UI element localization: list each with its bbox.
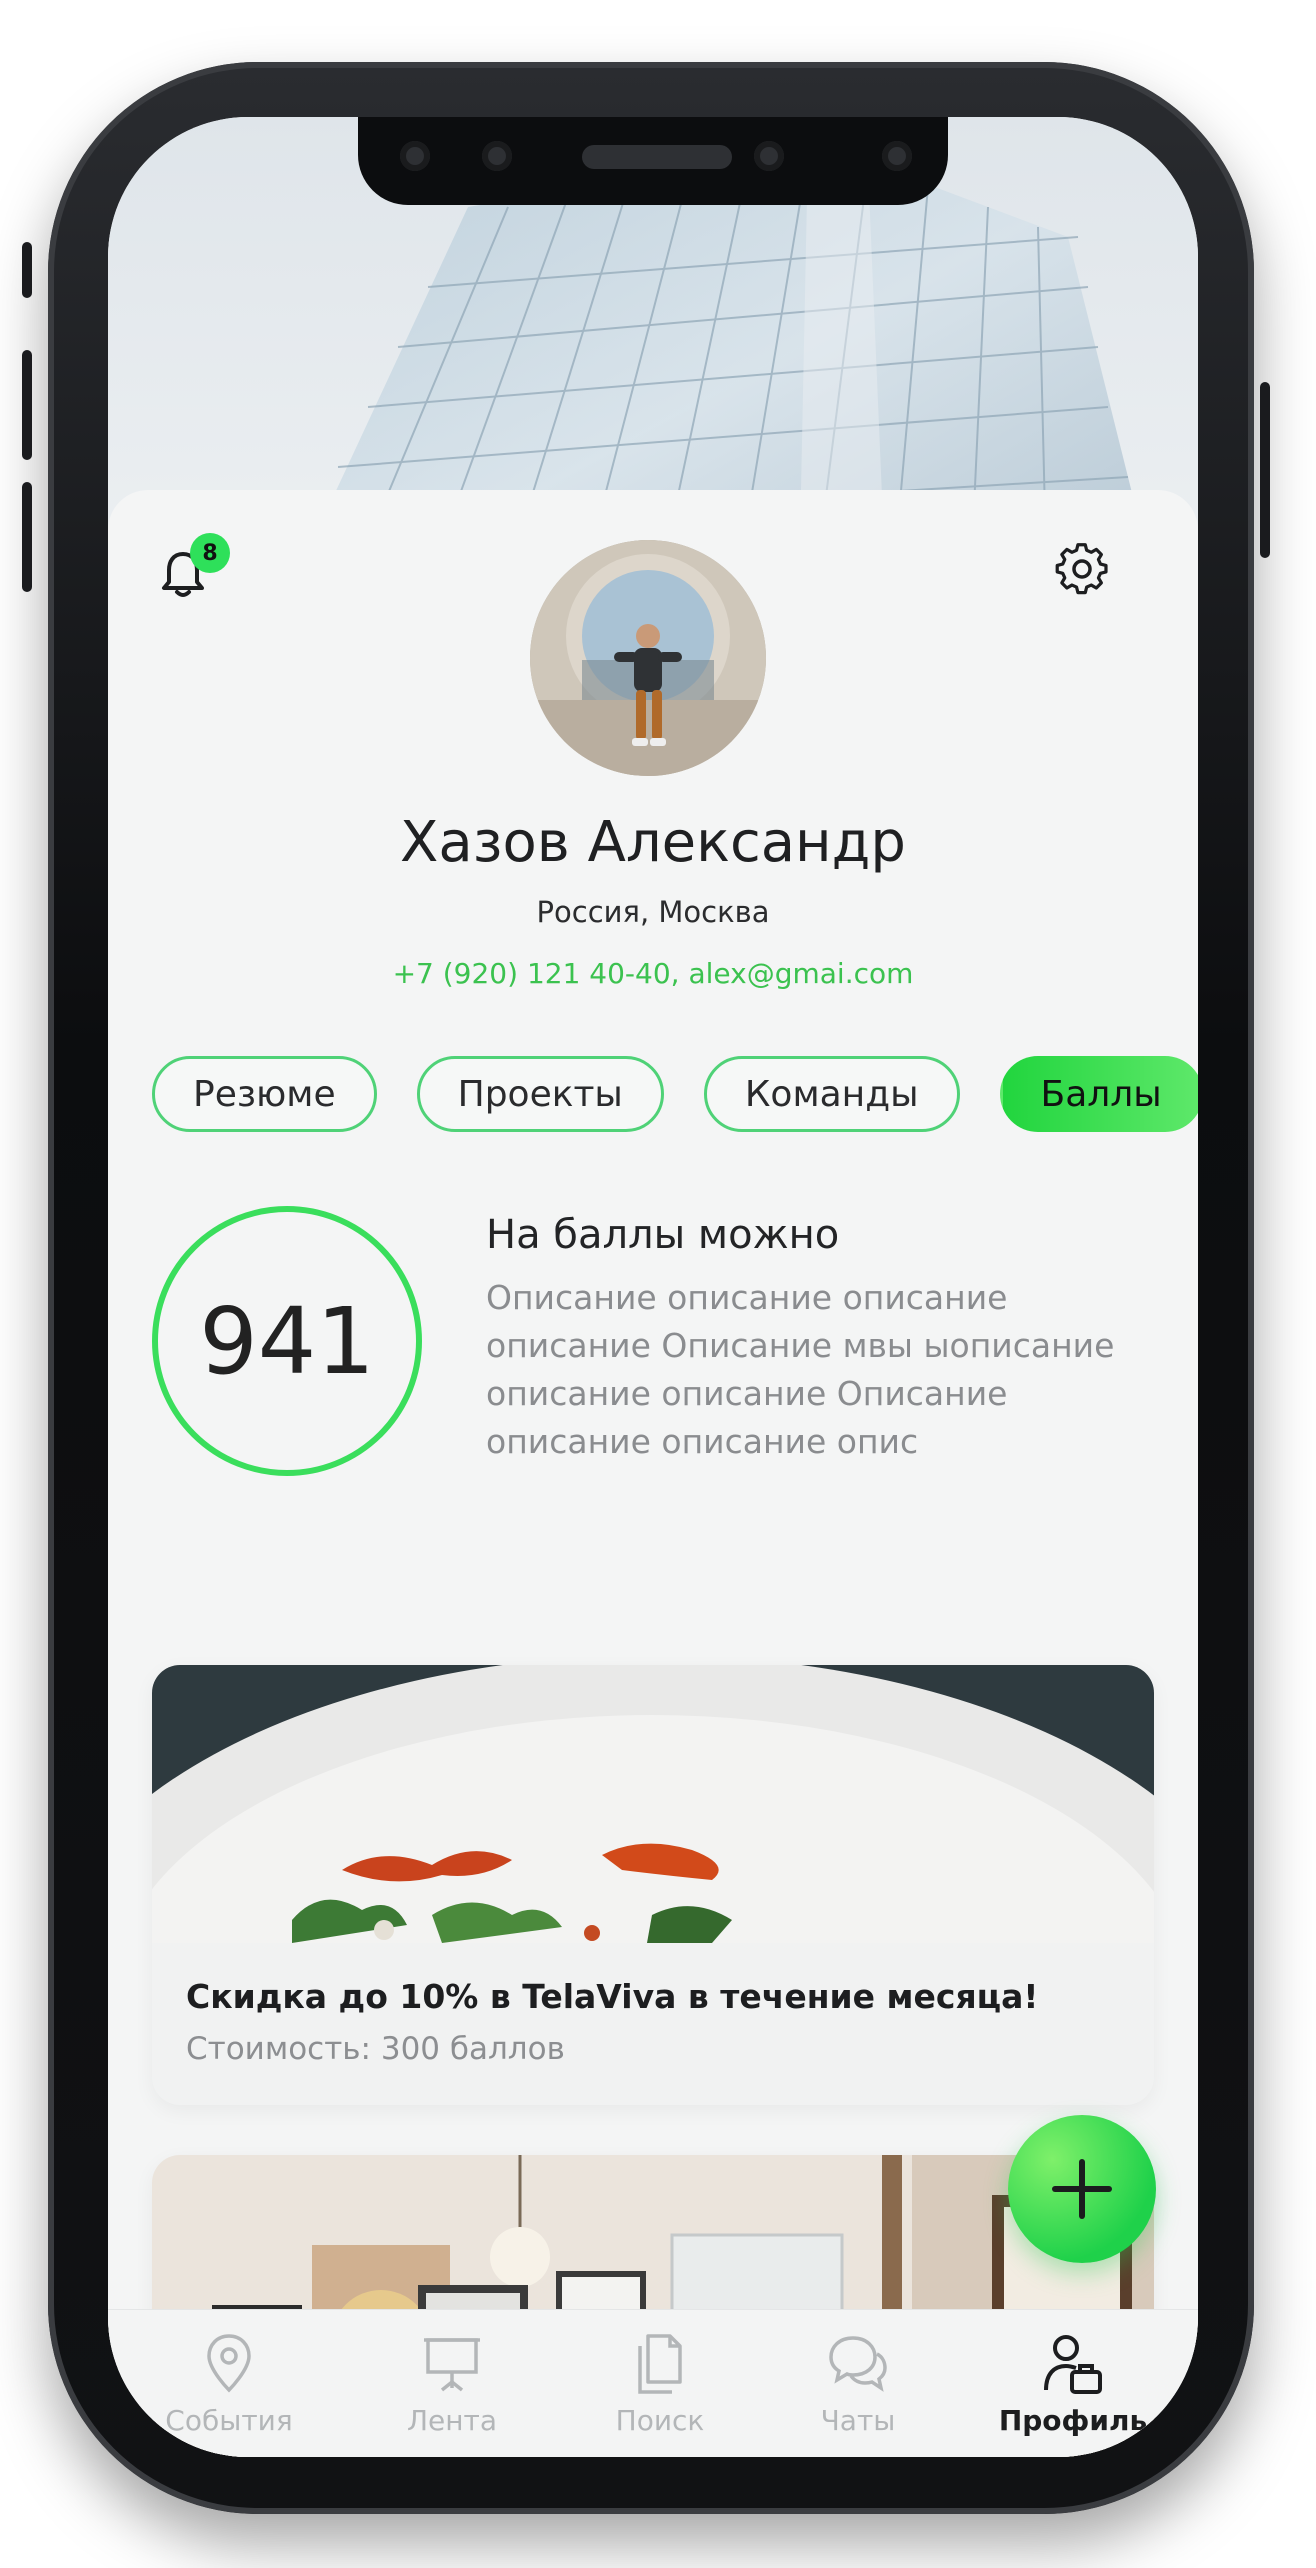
tabbar-item-events[interactable]: События	[144, 2332, 314, 2437]
sensor-dot	[482, 141, 512, 171]
offer-title: Скидка до 10% в TelaViva в течение месяц…	[186, 1977, 1039, 2016]
tab-projects[interactable]: Проекты	[416, 1056, 664, 1132]
tab-points[interactable]: Баллы	[999, 1056, 1198, 1132]
tab-teams[interactable]: Команды	[703, 1056, 960, 1132]
points-description: Описание описание описание описание Опис…	[486, 1278, 1115, 1461]
documents-icon	[638, 2334, 682, 2394]
notch	[358, 117, 948, 205]
tabbar-label: Лента	[406, 2404, 498, 2437]
tabbar-label: События	[165, 2404, 293, 2437]
speaker-grille	[582, 145, 732, 169]
chat-bubbles-icon	[829, 2336, 887, 2392]
tab-resume[interactable]: Резюме	[152, 1056, 377, 1132]
gear-icon[interactable]	[1054, 542, 1110, 598]
avatar[interactable]	[530, 540, 766, 776]
sensor-dot	[400, 141, 430, 171]
profile-name: Хазов Александр	[400, 810, 906, 875]
tabbar-item-profile[interactable]: Профиль	[988, 2332, 1158, 2437]
tabbar-label: Профиль	[998, 2404, 1148, 2437]
notification-badge: 8	[190, 533, 230, 573]
contacts-separator: ,	[670, 957, 689, 990]
profile-briefcase-icon	[1044, 2335, 1102, 2394]
bottom-tab-bar: События Лента Поиск Чаты Профиль	[108, 2309, 1198, 2457]
offer-card[interactable]: Скидка до 10% в TelaViva в течение месяц…	[152, 1665, 1154, 2105]
add-button[interactable]	[1008, 2115, 1156, 2263]
profile-contacts: +7 (920) 121 40-40, alex@gmai.com	[108, 957, 1198, 990]
map-pin-icon	[207, 2334, 251, 2393]
phone-link[interactable]: +7 (920) 121 40-40	[393, 957, 671, 990]
tabbar-label: Чаты	[820, 2404, 896, 2437]
profile-tabs: Резюме Проекты Команды Баллы	[152, 1056, 1198, 1134]
tabbar-item-chats[interactable]: Чаты	[773, 2332, 943, 2437]
tabbar-label: Поиск	[615, 2404, 705, 2437]
volume-down-button	[22, 482, 32, 592]
email-link[interactable]: alex@gmai.com	[688, 957, 913, 990]
points-title: На баллы можно	[486, 1212, 840, 1258]
profile-location: Россия, Москва	[536, 895, 770, 929]
plus-icon	[1052, 2159, 1112, 2219]
mute-switch	[22, 242, 32, 298]
screen: 8 Хазов Александр Россия, Москва +7 (920…	[108, 117, 1198, 2457]
front-camera	[754, 141, 784, 171]
presentation-board-icon	[424, 2338, 480, 2392]
offer-price: Стоимость: 300 баллов	[186, 2031, 565, 2067]
sensor-dot	[882, 141, 912, 171]
tabbar-item-feed[interactable]: Лента	[367, 2332, 537, 2437]
points-counter: 941	[152, 1206, 422, 1476]
volume-up-button	[22, 350, 32, 460]
offer-image	[152, 1665, 1154, 1943]
power-button	[1260, 382, 1270, 558]
tabbar-item-search[interactable]: Поиск	[575, 2332, 745, 2437]
